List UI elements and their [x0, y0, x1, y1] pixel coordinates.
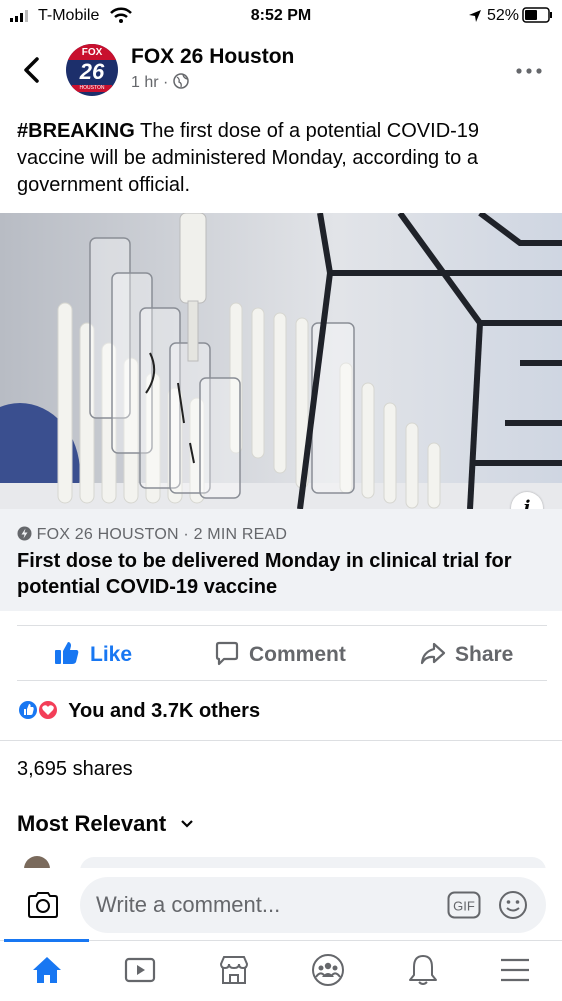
- active-tab-indicator: [4, 939, 89, 942]
- test-tubes-image: [0, 213, 562, 509]
- home-icon[interactable]: [31, 955, 63, 985]
- back-arrow-icon[interactable]: [22, 56, 42, 84]
- location-arrow-icon: [469, 10, 481, 22]
- link-source: FOX 26 HOUSTON · 2 MIN READ: [17, 526, 287, 544]
- page-avatar[interactable]: FOX 26 HOUSTON: [66, 44, 118, 96]
- reactions-text: You and 3.7K others: [68, 700, 261, 722]
- post-text: #BREAKING The first dose of a potential …: [17, 118, 547, 199]
- svg-text:GIF: GIF: [453, 899, 475, 914]
- thumbs-up-icon: [55, 642, 79, 664]
- avatar-logo-city: HOUSTON: [72, 85, 112, 92]
- reaction-icons: [17, 699, 59, 721]
- share-icon: [420, 642, 446, 665]
- battery-icon: [522, 7, 552, 23]
- post-time[interactable]: 1 hr: [131, 74, 159, 91]
- comment-sort-dropdown[interactable]: Most Relevant: [17, 811, 194, 837]
- comment-icon: [215, 641, 239, 666]
- instant-article-icon: [17, 526, 32, 541]
- share-label: Share: [455, 643, 514, 666]
- divider: [17, 680, 547, 681]
- avatar-logo-top: FOX: [66, 44, 118, 60]
- divider: [0, 740, 562, 741]
- sort-label: Most Relevant: [17, 811, 167, 836]
- video-icon[interactable]: [124, 957, 156, 983]
- page-name[interactable]: FOX 26 Houston: [131, 45, 294, 69]
- post-meta: 1 hr ·: [131, 73, 189, 92]
- camera-icon[interactable]: [26, 890, 60, 920]
- avatar-logo-number: 26: [79, 59, 105, 84]
- groups-icon[interactable]: [311, 953, 345, 987]
- status-bar: T-Mobile 8:52 PM 52%: [0, 0, 562, 32]
- gif-icon[interactable]: GIF: [447, 891, 481, 919]
- more-options-icon[interactable]: [516, 68, 542, 74]
- menu-icon[interactable]: [500, 957, 530, 983]
- hashtag-link[interactable]: #BREAKING: [17, 120, 135, 142]
- link-title[interactable]: First dose to be delivered Monday in cli…: [17, 548, 557, 600]
- shares-count[interactable]: 3,695 shares: [17, 758, 133, 781]
- link-source-text: FOX 26 HOUSTON · 2 MIN READ: [36, 526, 288, 543]
- notifications-icon[interactable]: [408, 953, 438, 987]
- post-image[interactable]: [0, 213, 562, 509]
- bottom-tab-bar: [0, 940, 562, 1001]
- globe-icon: [173, 73, 189, 89]
- comment-label: Comment: [249, 643, 346, 666]
- comment-placeholder: Write a comment...: [96, 892, 281, 917]
- reactions-summary[interactable]: You and 3.7K others: [17, 698, 260, 723]
- battery-percent: 52%: [487, 7, 520, 24]
- emoji-icon[interactable]: [498, 890, 528, 920]
- like-label: Like: [90, 643, 133, 666]
- marketplace-icon[interactable]: [218, 954, 250, 986]
- divider: [17, 625, 547, 626]
- meta-separator: ·: [163, 74, 169, 91]
- chevron-down-icon: [181, 820, 194, 828]
